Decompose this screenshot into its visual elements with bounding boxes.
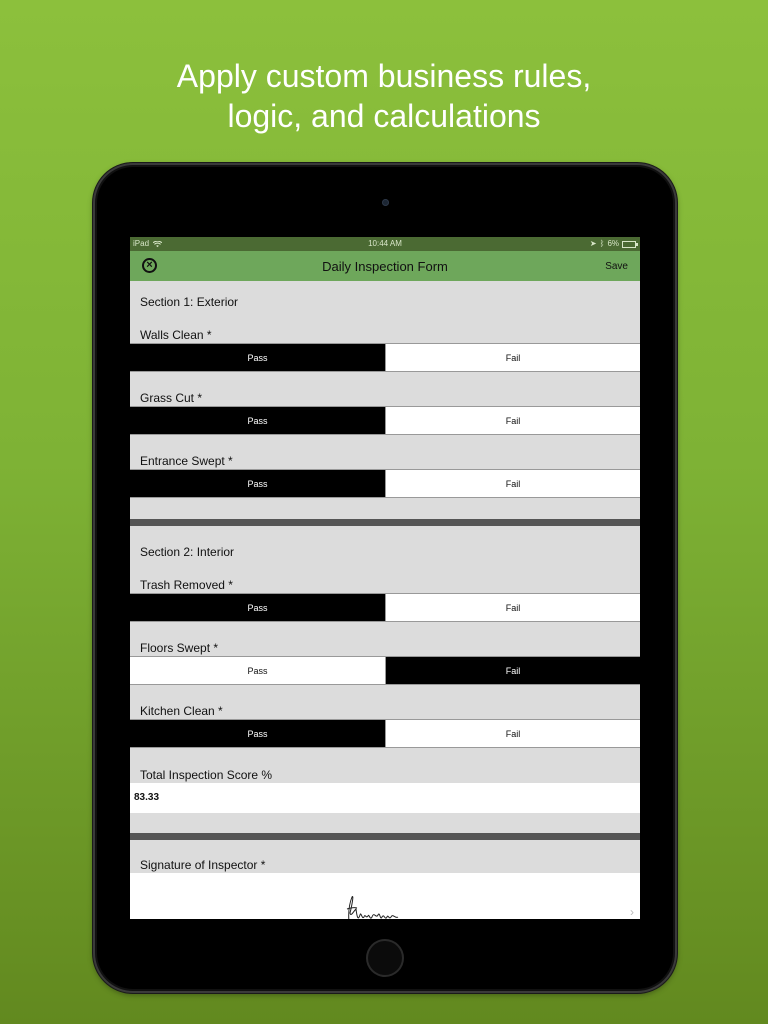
app-screen: iPad 10:44 AM ➤ ᛒ 6% × Daily Inspection …: [130, 237, 640, 919]
front-camera: [382, 199, 389, 206]
field-label-trash-removed: Trash Removed *: [140, 578, 233, 592]
entrance-swept-pass-option[interactable]: Pass: [130, 470, 385, 497]
total-score-field[interactable]: 83.33: [130, 783, 640, 813]
grass-cut-pass-option[interactable]: Pass: [130, 407, 385, 434]
grass-cut-fail-option[interactable]: Fail: [385, 407, 640, 434]
kitchen-clean-fail-option[interactable]: Fail: [385, 720, 640, 747]
trash-removed-fail-option[interactable]: Fail: [385, 594, 640, 621]
signature-pad[interactable]: ›: [130, 873, 640, 919]
headline-line-2: logic, and calculations: [227, 98, 541, 134]
save-button[interactable]: Save: [605, 261, 628, 272]
field-label-total-score: Total Inspection Score %: [140, 768, 273, 782]
battery-percent: 6%: [607, 239, 619, 248]
battery-icon: [622, 240, 638, 248]
kitchen-clean-segmented-control: Pass Fail: [130, 719, 640, 748]
floors-swept-fail-option[interactable]: Fail: [385, 657, 640, 684]
location-icon: ➤: [589, 239, 597, 248]
headline-line-1: Apply custom business rules,: [176, 58, 592, 94]
field-label-walls-clean: Walls Clean *: [140, 328, 212, 342]
field-label-floors-swept: Floors Swept *: [140, 641, 219, 655]
field-label-entrance-swept: Entrance Swept *: [140, 454, 233, 468]
trash-removed-pass-option[interactable]: Pass: [130, 594, 385, 621]
marketing-headline: Apply custom business rules, logic, and …: [0, 56, 768, 136]
grass-cut-segmented-control: Pass Fail: [130, 406, 640, 435]
trash-removed-segmented-control: Pass Fail: [130, 593, 640, 622]
walls-clean-pass-option[interactable]: Pass: [130, 344, 385, 371]
field-label-kitchen-clean: Kitchen Clean *: [140, 704, 223, 718]
field-label-signature: Signature of Inspector *: [140, 858, 266, 872]
status-time: 10:44 AM: [368, 239, 402, 248]
chevron-right-icon[interactable]: ›: [630, 905, 634, 919]
kitchen-clean-pass-option[interactable]: Pass: [130, 720, 385, 747]
section-divider: [130, 519, 640, 526]
walls-clean-fail-option[interactable]: Fail: [385, 344, 640, 371]
floors-swept-pass-option[interactable]: Pass: [130, 657, 385, 684]
status-bar: iPad 10:44 AM ➤ ᛒ 6%: [130, 237, 640, 251]
signature-scribble: [346, 895, 399, 919]
field-label-grass-cut: Grass Cut *: [140, 391, 203, 405]
bluetooth-icon: ᛒ: [599, 239, 605, 248]
home-button[interactable]: [366, 939, 404, 977]
nav-bar: × Daily Inspection Form Save: [130, 251, 640, 281]
walls-clean-segmented-control: Pass Fail: [130, 343, 640, 372]
section-divider: [130, 833, 640, 840]
section-title: Section 2: Interior: [140, 545, 235, 559]
form-title: Daily Inspection Form: [322, 259, 448, 274]
section-title: Section 1: Exterior: [140, 295, 239, 309]
entrance-swept-segmented-control: Pass Fail: [130, 469, 640, 498]
floors-swept-segmented-control: Pass Fail: [130, 656, 640, 685]
entrance-swept-fail-option[interactable]: Fail: [385, 470, 640, 497]
